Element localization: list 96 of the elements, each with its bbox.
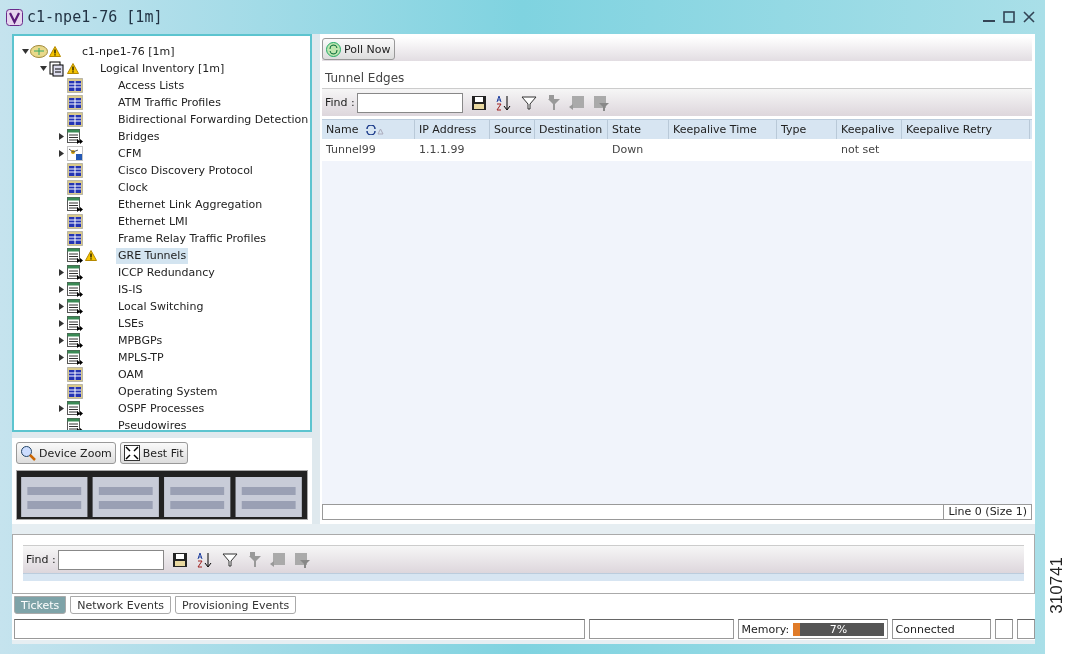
fit-icon bbox=[123, 445, 140, 461]
tree-item[interactable]: LSEs bbox=[116, 315, 146, 332]
tree-item[interactable]: Bidirectional Forwarding Detection bbox=[116, 111, 310, 128]
memory-reading: 7% bbox=[829, 622, 848, 636]
router-icon bbox=[30, 45, 48, 58]
collapse-arrow-icon[interactable] bbox=[21, 48, 29, 55]
grid-filter-icon[interactable] bbox=[293, 551, 310, 568]
tab[interactable]: Network Events bbox=[70, 596, 171, 614]
documents-icon bbox=[49, 60, 65, 77]
tree-item[interactable]: Clock bbox=[116, 179, 150, 196]
table-icon bbox=[67, 112, 83, 127]
list-icon bbox=[67, 350, 83, 365]
table-cell-text: not set bbox=[840, 142, 881, 158]
expand-arrow-icon[interactable] bbox=[57, 337, 65, 344]
find-field[interactable] bbox=[57, 549, 164, 570]
refresh-icon bbox=[326, 41, 341, 57]
find-label: Find : bbox=[26, 553, 56, 566]
row-count: Line 0 (Size 1) bbox=[943, 505, 1031, 519]
expand-arrow-icon[interactable] bbox=[57, 405, 65, 412]
tree-item[interactable]: IS-IS bbox=[116, 281, 145, 298]
app-logo-icon bbox=[6, 8, 23, 26]
save-icon[interactable] bbox=[171, 551, 188, 568]
status-field bbox=[995, 619, 1014, 639]
table-icon bbox=[67, 214, 83, 229]
tree-item[interactable]: ATM Traffic Profiles bbox=[116, 94, 223, 111]
filter-icon[interactable] bbox=[520, 95, 537, 110]
status-field bbox=[1017, 619, 1035, 639]
table-icon bbox=[67, 95, 83, 110]
table-cell-text: Tunnel99 bbox=[325, 142, 377, 158]
table-icon bbox=[67, 231, 83, 246]
tree-item[interactable]: Bridges bbox=[116, 128, 162, 145]
tree-item[interactable]: OAM bbox=[116, 366, 146, 383]
device-zoom-button[interactable]: Device Zoom bbox=[16, 442, 116, 464]
poll-now-button[interactable]: Poll Now bbox=[322, 38, 395, 60]
figure-number: 310741 bbox=[1047, 557, 1067, 614]
tree-item[interactable]: Frame Relay Traffic Profiles bbox=[116, 230, 268, 247]
table-cell-text: 1.1.1.99 bbox=[418, 142, 466, 158]
expand-arrow-icon[interactable] bbox=[57, 150, 65, 157]
close-icon[interactable] bbox=[1023, 11, 1035, 23]
magnifier-icon bbox=[20, 445, 36, 461]
tree-item[interactable]: Operating System bbox=[116, 383, 220, 400]
expand-arrow-icon[interactable] bbox=[57, 269, 65, 276]
list-icon bbox=[67, 265, 83, 280]
list-icon bbox=[67, 129, 83, 144]
find-label: Find : bbox=[325, 96, 355, 109]
collapse-arrow-icon[interactable] bbox=[39, 65, 47, 72]
table-icon bbox=[67, 367, 83, 382]
list-icon bbox=[67, 248, 83, 263]
tree-item[interactable]: Ethernet Link Aggregation bbox=[116, 196, 265, 213]
maximize-icon[interactable] bbox=[1003, 11, 1015, 23]
grid-filter-icon[interactable] bbox=[592, 94, 609, 111]
memory-label: Memory: bbox=[741, 622, 790, 636]
tree-item[interactable]: Pseudowires bbox=[116, 417, 189, 430]
tree-item[interactable]: Local Switching bbox=[116, 298, 206, 315]
filter-icon[interactable] bbox=[221, 552, 238, 567]
tree-item[interactable]: Cisco Discovery Protocol bbox=[116, 162, 255, 179]
tree-item[interactable]: Ethernet LMI bbox=[116, 213, 190, 230]
list-icon bbox=[67, 401, 83, 416]
network-icon bbox=[67, 146, 83, 161]
tree-item[interactable]: MPBGPs bbox=[116, 332, 165, 349]
list-icon bbox=[67, 333, 83, 348]
warning-icon bbox=[49, 46, 61, 57]
section-title: Tunnel Edges bbox=[325, 71, 406, 85]
tree-item[interactable]: Logical Inventory [1m] bbox=[98, 60, 227, 77]
list-icon bbox=[67, 197, 83, 212]
tree-item[interactable]: MPLS-TP bbox=[116, 349, 166, 366]
table-icon bbox=[67, 163, 83, 178]
sort-icon[interactable] bbox=[195, 551, 214, 568]
list-icon bbox=[67, 316, 83, 331]
warning-icon bbox=[67, 63, 79, 74]
connection-status: Connected bbox=[891, 619, 992, 639]
tree-item[interactable]: c1-npe1-76 [1m] bbox=[80, 43, 177, 60]
sort-refresh-icon bbox=[366, 124, 385, 135]
list-icon bbox=[67, 282, 83, 297]
sort-icon[interactable] bbox=[494, 94, 513, 111]
tree-item[interactable]: ICCP Redundancy bbox=[116, 264, 217, 281]
find-field[interactable] bbox=[356, 92, 463, 113]
table-icon bbox=[67, 180, 83, 195]
window-title: c1-npe1-76 [1m] bbox=[27, 8, 163, 26]
table-cell-text: Down bbox=[611, 142, 645, 158]
expand-arrow-icon[interactable] bbox=[57, 286, 65, 293]
expand-arrow-icon[interactable] bbox=[57, 354, 65, 361]
tab[interactable]: Provisioning Events bbox=[174, 596, 297, 614]
expand-arrow-icon[interactable] bbox=[57, 133, 65, 140]
warning-icon bbox=[85, 250, 97, 261]
tree-item[interactable]: GRE Tunnels bbox=[116, 247, 189, 264]
save-icon[interactable] bbox=[470, 94, 487, 111]
tree-item[interactable]: Access Lists bbox=[116, 77, 187, 94]
expand-arrow-icon[interactable] bbox=[57, 320, 65, 327]
tree-item[interactable]: CFM bbox=[116, 145, 144, 162]
best-fit-button[interactable]: Best Fit bbox=[119, 442, 188, 464]
tree-item[interactable]: OSPF Processes bbox=[116, 400, 207, 417]
list-icon bbox=[67, 299, 83, 314]
table-icon bbox=[67, 78, 83, 93]
table-icon bbox=[67, 384, 83, 399]
expand-arrow-icon[interactable] bbox=[57, 303, 65, 310]
